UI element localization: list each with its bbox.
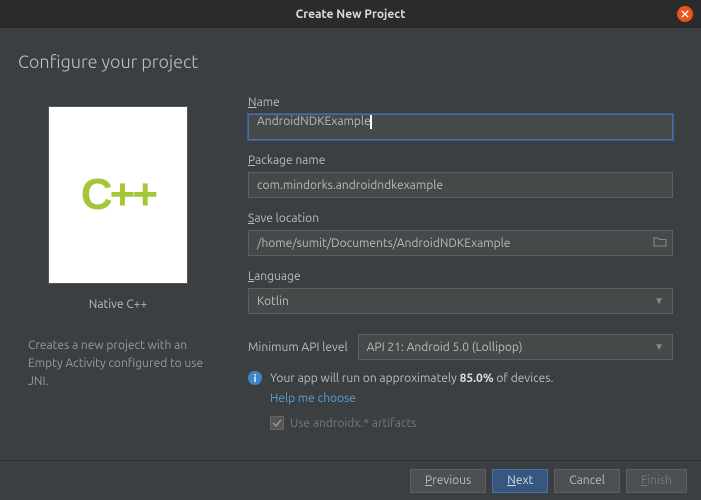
next-button[interactable]: Next [492, 469, 548, 493]
info-icon: i [248, 371, 262, 385]
api-level-label: Minimum API level [248, 341, 348, 354]
page-title: Configure your project [18, 52, 683, 72]
androidx-checkbox[interactable] [270, 416, 284, 430]
cpp-logo-icon: C++ [81, 170, 155, 220]
template-name: Native C++ [89, 298, 147, 311]
api-level-select[interactable]: API 21: Android 5.0 (Lollipop) ▼ [358, 334, 673, 360]
package-label: Package name [248, 154, 673, 167]
dialog-footer: Previous Next Cancel Finish [0, 460, 701, 500]
api-level-value: API 21: Android 5.0 (Lollipop) [367, 341, 523, 354]
folder-open-icon[interactable] [653, 236, 667, 251]
window-title: Create New Project [296, 8, 406, 21]
close-icon [681, 10, 689, 18]
template-description: Creates a new project with an Empty Acti… [28, 337, 208, 391]
name-input[interactable]: AndroidNDKExample [248, 114, 673, 140]
save-location-label: Save location [248, 212, 673, 225]
chevron-down-icon: ▼ [654, 341, 664, 353]
previous-button[interactable]: Previous [410, 469, 486, 493]
language-select[interactable]: Kotlin ▼ [248, 288, 673, 314]
language-value: Kotlin [257, 295, 289, 308]
help-me-choose-link[interactable]: Help me choose [270, 390, 553, 408]
api-info-text: Your app will run on approximately 85.0%… [270, 370, 553, 408]
save-location-input[interactable] [248, 230, 673, 256]
androidx-checkbox-label: Use androidx.* artifacts [290, 417, 416, 430]
cancel-button[interactable]: Cancel [554, 469, 620, 493]
template-preview: C++ Native C++ Creates a new project wit… [18, 96, 218, 430]
close-button[interactable] [677, 6, 693, 22]
package-input[interactable] [248, 172, 673, 198]
check-icon [272, 418, 282, 428]
language-label: Language [248, 270, 673, 283]
template-card: C++ [48, 106, 188, 284]
titlebar: Create New Project [0, 0, 701, 28]
chevron-down-icon: ▼ [654, 295, 664, 307]
name-label: Name [248, 96, 673, 109]
finish-button: Finish [626, 469, 687, 493]
